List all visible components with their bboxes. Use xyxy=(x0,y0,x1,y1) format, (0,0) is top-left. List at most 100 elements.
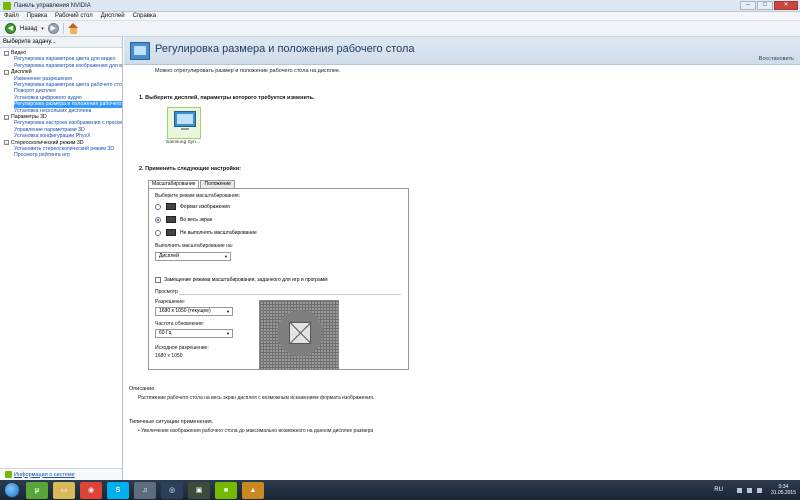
override-scaling-row[interactable]: Замещение режима масштабирования, заданн… xyxy=(155,277,328,283)
override-scaling-label: Замещение режима масштабирования, заданн… xyxy=(164,277,328,283)
title-bar: Панель управления NVIDIA – □ ✕ xyxy=(0,0,800,12)
radio-no-scaling[interactable]: Не выполнять масштабирование xyxy=(155,229,257,236)
tree-category-label: Параметры 3D xyxy=(11,114,47,121)
taskbar-app-game-icon[interactable]: ▣ xyxy=(188,481,210,499)
system-info-link[interactable]: Информация о системе xyxy=(14,472,75,478)
page-header: Регулировка размера и положения рабочего… xyxy=(124,37,800,65)
page-subtitle: Можно отрегулировать размер и положение … xyxy=(155,68,341,74)
no-scaling-icon xyxy=(166,229,176,236)
override-scaling-checkbox[interactable] xyxy=(155,277,161,283)
clock-date: 31.05.2015 xyxy=(770,490,796,496)
taskbar-app-skype-icon[interactable]: S xyxy=(107,481,129,499)
taskbar-app-game2-icon[interactable]: ▲ xyxy=(242,481,264,499)
radio-aspect-ratio-label: Формат изображения xyxy=(180,203,230,210)
radio-aspect-ratio[interactable]: Формат изображения xyxy=(155,203,230,210)
radio-no-scaling-button[interactable] xyxy=(155,229,161,236)
radio-full-screen[interactable]: Во весь экран xyxy=(155,216,212,223)
taskbar-app-nvidia-icon[interactable]: ■ xyxy=(215,481,237,499)
window-controls: – □ ✕ xyxy=(740,1,798,10)
description-title: Описание. xyxy=(129,386,156,392)
task-tree: – Видео Регулировка параметров цвета для в… xyxy=(0,48,122,159)
toolbar: ◀ Назад ▾ ▶ xyxy=(0,21,800,37)
sidebar-header: Выберите задачу... xyxy=(0,37,122,48)
taskbar: μ ▭ ◉ S ♫ ◎ ▣ ■ ▲ RU 0:34 31.05.2015 xyxy=(0,480,800,500)
back-dropdown-icon[interactable]: ▾ xyxy=(41,26,44,32)
refresh-rate-label: Частота обновления: xyxy=(155,321,204,327)
home-icon[interactable] xyxy=(67,23,79,34)
taskbar-app-utorrent-icon[interactable]: μ xyxy=(26,481,48,499)
monitor-stand xyxy=(181,128,189,130)
window-title: Панель управления NVIDIA xyxy=(14,2,91,9)
collapse-icon[interactable]: – xyxy=(4,50,9,56)
content-pane: Регулировка размера и положения рабочего… xyxy=(124,37,800,480)
system-tray: RU 0:34 31.05.2015 xyxy=(714,482,796,498)
chevron-down-icon: ▼ xyxy=(224,254,228,259)
collapse-icon[interactable]: – xyxy=(4,114,9,120)
resolution-value: 1680 x 1050 (текущее) xyxy=(159,308,211,314)
restore-link[interactable]: Восстановить xyxy=(759,56,794,62)
menu-bar: Файл Правка Рабочий стол Дисплей Справка xyxy=(0,12,800,21)
aspect-ratio-icon xyxy=(166,203,176,210)
collapse-icon[interactable]: – xyxy=(4,140,9,146)
toolbar-divider xyxy=(62,23,64,34)
back-button[interactable]: Назад xyxy=(20,26,37,32)
back-arrow-icon[interactable]: ◀ xyxy=(5,23,16,34)
scaling-preview xyxy=(259,300,339,370)
taskbar-apps: μ ▭ ◉ S ♫ ◎ ▣ ■ ▲ xyxy=(26,481,269,499)
menu-edit[interactable]: Правка xyxy=(23,13,51,19)
scaling-panel: Выберите режим масштабирования: Формат и… xyxy=(148,188,409,370)
task-sidebar: Выберите задачу... – Видео Регулировка пар… xyxy=(0,37,123,480)
radio-aspect-ratio-button[interactable] xyxy=(155,203,161,210)
page-title: Регулировка размера и положения рабочего… xyxy=(155,43,415,55)
chevron-down-icon: ▼ xyxy=(226,331,230,336)
language-indicator[interactable]: RU xyxy=(714,487,723,493)
display-selector[interactable] xyxy=(167,107,201,139)
tree-item-selected[interactable]: Регулировка размера и положения рабочего… xyxy=(14,101,122,108)
settings-area: 1. Выберите дисплей, параметры которого … xyxy=(133,85,418,389)
tree-category-label: Видео xyxy=(11,50,27,57)
desktop-size-icon xyxy=(130,42,150,60)
preview-label: Просмотр xyxy=(155,289,178,295)
menu-file[interactable]: Файл xyxy=(0,13,23,19)
perform-scaling-select[interactable]: Дисплей ▼ xyxy=(155,252,231,261)
source-resolution-label: Исходное разрешение: xyxy=(155,345,209,351)
menu-desktop[interactable]: Рабочий стол xyxy=(51,13,97,19)
taskbar-app-explorer-icon[interactable]: ▭ xyxy=(53,481,75,499)
tree-category-label: Стереоскопический режим 3D xyxy=(11,139,84,146)
scaling-mode-label: Выберите режим масштабирования: xyxy=(155,193,240,199)
clock[interactable]: 0:34 31.05.2015 xyxy=(771,484,796,496)
tree-category-label: Дисплей xyxy=(11,69,32,76)
network-icon[interactable] xyxy=(746,487,752,493)
resolution-select[interactable]: 1680 x 1050 (текущее) ▼ xyxy=(155,307,233,316)
radio-no-scaling-label: Не выполнять масштабирование xyxy=(180,229,257,236)
monitor-icon xyxy=(174,111,196,127)
nvidia-icon xyxy=(3,1,11,10)
taskbar-app-chrome-icon[interactable]: ◉ xyxy=(80,481,102,499)
tree-item[interactable]: Просмотр рейтинга игр xyxy=(0,152,122,158)
taskbar-app-steam-icon[interactable]: ◎ xyxy=(161,481,183,499)
tree-item[interactable]: Регулировка параметров цвета для видео xyxy=(0,56,122,62)
tab-position[interactable]: Положение xyxy=(200,180,235,188)
tray-arrow-icon[interactable] xyxy=(736,487,742,493)
close-button[interactable]: ✕ xyxy=(774,1,798,10)
preview-square xyxy=(289,322,311,344)
display-name: Samsung Syn... xyxy=(166,140,200,145)
maximize-button[interactable]: □ xyxy=(757,1,773,10)
menu-display[interactable]: Дисплей xyxy=(97,13,129,19)
collapse-icon[interactable]: – xyxy=(4,69,9,75)
typical-usage-text: • Увеличение изображения рабочего стола … xyxy=(138,428,374,434)
section-select-display: 1. Выберите дисплей, параметры которого … xyxy=(139,95,315,101)
taskbar-app-headphones-icon[interactable]: ♫ xyxy=(134,481,156,499)
refresh-rate-select[interactable]: 60 Гц ▼ xyxy=(155,329,233,338)
forward-arrow-icon[interactable]: ▶ xyxy=(47,23,59,34)
perform-scaling-label: Выполнить масштабирование на: xyxy=(155,243,234,249)
minimize-button[interactable]: – xyxy=(740,1,756,10)
start-button[interactable] xyxy=(4,482,20,498)
radio-full-screen-label: Во весь экран xyxy=(180,216,213,223)
perform-scaling-value: Дисплей xyxy=(159,253,179,259)
radio-full-screen-button[interactable] xyxy=(155,216,161,223)
volume-icon[interactable] xyxy=(756,487,762,493)
tree-item[interactable]: Регулировка настроек изображения с просм… xyxy=(0,120,122,126)
full-screen-icon xyxy=(166,216,176,223)
menu-help[interactable]: Справка xyxy=(129,13,161,19)
